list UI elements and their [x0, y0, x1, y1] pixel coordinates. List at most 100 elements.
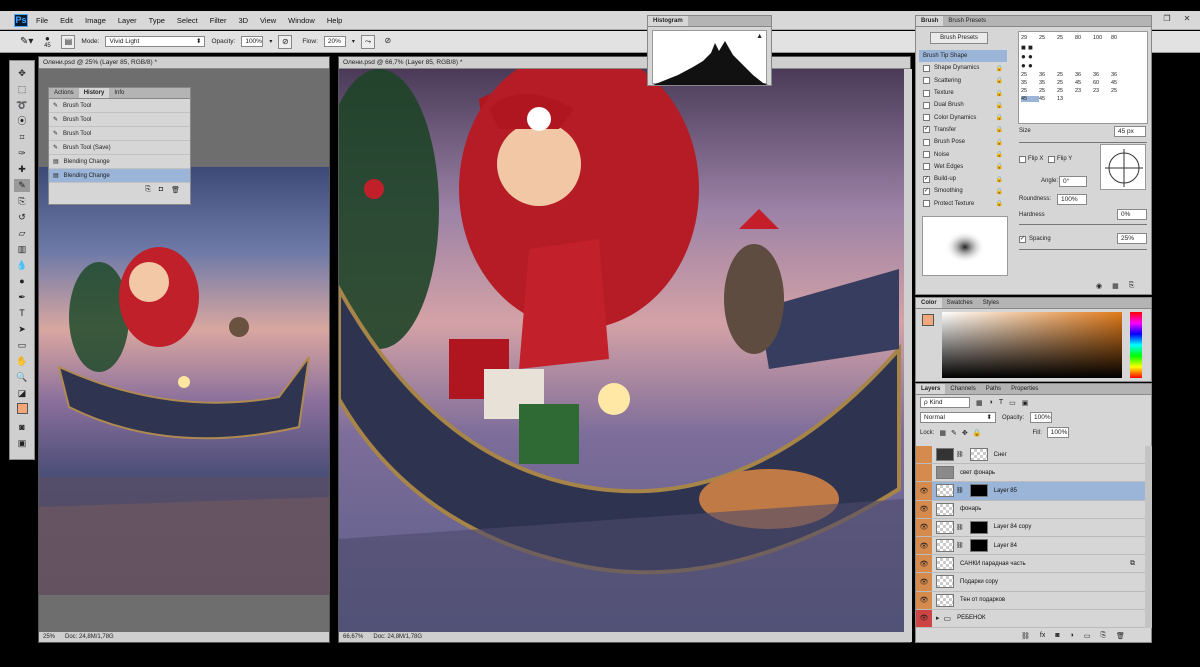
brush-tip[interactable]: 100 [1093, 35, 1111, 41]
checkbox[interactable] [923, 163, 930, 171]
roundness-field[interactable]: 100% [1057, 194, 1087, 205]
brush-tip[interactable]: 29 [1021, 35, 1039, 41]
lasso-tool-icon[interactable]: ➰ [14, 99, 30, 112]
checkbox-checked[interactable]: ✓ [923, 175, 930, 183]
brush-tip[interactable]: 45 [1039, 96, 1057, 102]
link-icon[interactable]: ⛓ [956, 451, 964, 458]
pressure-size-button[interactable]: ⊘ [381, 35, 395, 49]
move-tool-icon[interactable]: ✥ [14, 67, 30, 80]
brush-tip[interactable]: 80 [1111, 35, 1129, 41]
flow-field[interactable]: 20% [323, 36, 346, 47]
quick-mask-icon[interactable]: ◙ [14, 421, 30, 434]
eye-icon[interactable]: 👁 [916, 500, 932, 518]
path-select-tool-icon[interactable]: ➤ [14, 323, 30, 336]
brush-option-item[interactable]: Brush Pose 🔒 [919, 136, 1007, 148]
brush-tip[interactable]: 25 [1057, 88, 1075, 94]
lock-icon[interactable]: 🔒 [996, 77, 1003, 84]
tab-brush-presets[interactable]: Brush Presets [943, 16, 991, 26]
brush-panel-toggle-button[interactable]: ▤ [61, 34, 76, 49]
restore-icon[interactable]: ❐ [1158, 14, 1176, 26]
zoom-tool-icon[interactable]: 🔍 [14, 371, 30, 384]
layer-style-icon[interactable]: fx [1040, 632, 1045, 640]
link-layers-icon[interactable]: ⛓ [1021, 632, 1030, 640]
chevron-down-icon[interactable]: ▾ [352, 38, 355, 45]
marquee-tool-icon[interactable]: ⬚ [14, 83, 30, 96]
lock-all-icon[interactable]: 🔒 [973, 429, 982, 437]
menu-window[interactable]: Window [288, 16, 315, 25]
lock-icon[interactable]: 🔒 [996, 139, 1003, 146]
brush-tool-icon[interactable]: ✎▾ [20, 36, 33, 47]
eye-icon[interactable]: 👁 [916, 609, 932, 627]
brush-tip-shape-item[interactable]: Brush Tip Shape [919, 50, 1007, 63]
type-tool-icon[interactable]: T [14, 307, 30, 320]
brush-angle-widget[interactable] [1100, 144, 1146, 190]
warning-icon[interactable]: ▲ [756, 33, 763, 40]
menu-image[interactable]: Image [85, 16, 106, 25]
menu-help[interactable]: Help [327, 16, 342, 25]
history-item[interactable]: ✎ Brush Tool (Save) [49, 141, 190, 155]
adjustment-layer-icon[interactable]: ◑ [1070, 632, 1074, 640]
zoom-field[interactable]: 25% [43, 632, 55, 642]
brush-tip[interactable]: 35 [1021, 80, 1039, 86]
screen-mode-icon[interactable]: ▣ [14, 437, 30, 450]
filter-type-icon[interactable]: T [999, 399, 1003, 406]
checkbox[interactable] [923, 151, 930, 159]
flip-y-checkbox[interactable] [1048, 156, 1055, 163]
lock-transparent-icon[interactable]: ▦ [939, 429, 946, 437]
checkbox[interactable] [923, 101, 930, 109]
lock-icon[interactable]: 🔒 [996, 90, 1003, 97]
hardness-slider[interactable] [1019, 224, 1147, 225]
layer-row[interactable]: 👁 Подарки copy [916, 573, 1145, 592]
artwork-canvas-small[interactable] [39, 167, 329, 595]
checkbox-checked[interactable]: ✓ [923, 126, 930, 134]
link-icon[interactable]: ⛓ [956, 542, 964, 549]
artwork-canvas-main[interactable] [339, 69, 904, 632]
brush-tip[interactable]: 25 [1111, 88, 1129, 94]
layer-mask-thumbnail[interactable] [969, 520, 988, 534]
lock-icon[interactable]: 🔒 [996, 102, 1003, 109]
clone-stamp-tool-icon[interactable]: ⎘ [14, 195, 30, 208]
history-item[interactable]: ▤ Blending Change [49, 155, 190, 169]
blur-tool-icon[interactable]: 💧 [14, 259, 30, 272]
brush-tip[interactable]: 25 [1057, 80, 1075, 86]
brush-tip[interactable]: 36 [1111, 72, 1129, 78]
brush-option-item[interactable]: Scattering 🔒 [919, 75, 1007, 87]
history-item[interactable]: ✎ Brush Tool [49, 99, 190, 113]
brush-tip[interactable]: 25 [1021, 88, 1039, 94]
spacing-field[interactable]: 25% [1117, 233, 1147, 244]
layer-mask-thumbnail[interactable] [969, 448, 988, 462]
brush-tip[interactable]: 45 [1075, 80, 1093, 86]
hardness-field[interactable]: 0% [1117, 209, 1147, 220]
lock-icon[interactable]: 🔒 [996, 176, 1003, 183]
size-slider[interactable] [1019, 142, 1147, 143]
tab-paths[interactable]: Paths [981, 384, 1006, 394]
layer-mask-thumbnail[interactable] [969, 484, 988, 498]
foreground-color-swatch[interactable] [922, 314, 934, 326]
brush-option-item[interactable]: Dual Brush 🔒 [919, 99, 1007, 111]
hand-tool-icon[interactable]: ✋ [14, 355, 30, 368]
menu-type[interactable]: Type [149, 16, 165, 25]
dodge-tool-icon[interactable]: ● [14, 275, 30, 288]
healing-tool-icon[interactable]: ✚ [14, 163, 30, 176]
checkbox[interactable] [923, 200, 930, 208]
brush-tip[interactable]: 25 [1057, 35, 1075, 41]
layer-row[interactable]: 👁 Тен от подарков [916, 591, 1145, 610]
lock-icon[interactable]: 🔒 [996, 151, 1003, 158]
brush-tip[interactable]: 23 [1075, 88, 1093, 94]
pressure-opacity-button[interactable]: ⊘ [278, 34, 293, 49]
tab-info[interactable]: Info [109, 88, 129, 98]
brush-tip[interactable]: 25 [1057, 72, 1075, 78]
vertical-scrollbar[interactable] [904, 69, 912, 632]
new-preset-icon[interactable]: ⎘ [1129, 282, 1135, 290]
menu-select[interactable]: Select [177, 16, 198, 25]
opacity-field[interactable]: 100% [241, 36, 264, 47]
fill-field[interactable]: 100% [1046, 427, 1069, 438]
chevron-down-icon[interactable]: ▾ [269, 38, 272, 45]
brush-tip-grid[interactable]: 29 25 25 80 100 80 ■ ■ ● ● ● ● 25 36 25 36 36 36 3… [1018, 31, 1148, 124]
document-title-small[interactable]: Олени.psd @ 25% (Layer 85, RGB/8) * [39, 57, 329, 69]
filter-shape-icon[interactable]: ▭ [1009, 399, 1016, 407]
history-item[interactable]: ✎ Brush Tool [49, 113, 190, 127]
quick-select-tool-icon[interactable]: ⦿ [14, 115, 30, 128]
brush-presets-button[interactable]: Brush Presets [930, 32, 988, 44]
history-item[interactable]: ▤ Blending Change [49, 169, 190, 183]
